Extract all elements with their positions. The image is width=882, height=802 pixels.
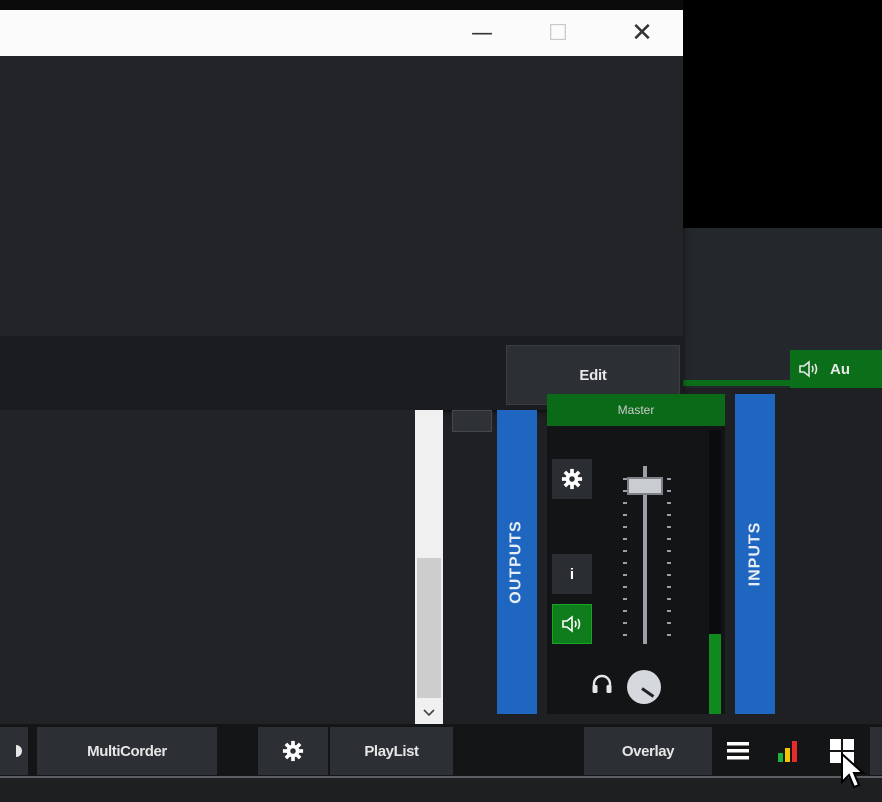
fader-tick [623, 502, 627, 504]
overlay-button[interactable]: Overlay [584, 727, 712, 775]
scroll-down-button[interactable] [415, 702, 443, 724]
gear-icon [282, 740, 304, 762]
menu-button[interactable] [716, 727, 760, 775]
master-info-button[interactable]: i [552, 554, 592, 594]
headphone-volume-knob[interactable] [627, 670, 661, 704]
input-list [0, 410, 443, 724]
dialog-window: — ☐ ✕ Edit [0, 10, 683, 410]
multicorder-button[interactable]: MultiCorder [37, 727, 217, 775]
fader-tick [667, 550, 671, 552]
master-level-meter [709, 430, 721, 714]
outputs-label: OUTPUTS [508, 520, 526, 604]
top-strip [0, 0, 683, 10]
fader-tick [623, 622, 627, 624]
scrollbar-thumb[interactable] [417, 558, 441, 698]
fader-tick [667, 478, 671, 480]
fader-tick [623, 562, 627, 564]
maximize-button[interactable]: ☐ [535, 10, 581, 56]
chevron-down-icon [423, 709, 435, 717]
fader-tick [667, 490, 671, 492]
fader-tick [623, 598, 627, 600]
knob-indicator [641, 687, 655, 698]
inputs-label: INPUTS [746, 521, 764, 587]
fader-tick [667, 562, 671, 564]
multicorder-settings-button[interactable] [258, 727, 328, 775]
collapse-handle[interactable] [452, 410, 492, 432]
speaker-icon [799, 360, 818, 378]
statistics-button[interactable] [766, 727, 810, 775]
fader-tick [667, 526, 671, 528]
audio-input-label: Au [830, 360, 850, 378]
fader-tick [623, 538, 627, 540]
fader-scale-left [623, 478, 627, 638]
speaker-icon [562, 615, 581, 633]
hamburger-icon [727, 742, 749, 760]
fader-tick [667, 514, 671, 516]
scrollbar[interactable] [415, 410, 443, 724]
fader-tick [623, 610, 627, 612]
close-button[interactable]: ✕ [619, 10, 665, 56]
fader-tick [667, 634, 671, 636]
fader-tick [623, 574, 627, 576]
audio-input-tab[interactable]: Au [790, 350, 882, 388]
gear-icon [561, 468, 583, 490]
playlist-button[interactable]: PlayList [330, 727, 453, 775]
fader-tick [667, 622, 671, 624]
fader-tick [667, 574, 671, 576]
fader-tick [623, 514, 627, 516]
minimize-button[interactable]: — [459, 10, 505, 56]
fader-tick [667, 598, 671, 600]
inputs-tab[interactable]: INPUTS [735, 394, 775, 714]
master-mute-button[interactable] [552, 604, 592, 644]
outputs-tab[interactable]: OUTPUTS [497, 410, 537, 714]
master-fader-handle[interactable] [627, 477, 663, 496]
fader-tick [667, 502, 671, 504]
gear-icon [16, 745, 22, 757]
fader-tick [667, 538, 671, 540]
master-channel: Master i [547, 394, 725, 714]
bar-chart-icon [778, 741, 797, 762]
fader-tick [667, 586, 671, 588]
toolbar-right-button[interactable] [870, 727, 882, 775]
fader-tick [623, 526, 627, 528]
fader-tick [623, 550, 627, 552]
fader-tick [667, 610, 671, 612]
toolbar-left-button[interactable] [0, 727, 28, 775]
status-strip [0, 776, 882, 802]
master-header: Master [547, 394, 725, 426]
master-level-fill [709, 634, 721, 714]
preview-area [683, 0, 882, 228]
mouse-cursor-icon [840, 751, 866, 795]
headphones-icon[interactable] [591, 674, 613, 700]
title-bar: — ☐ ✕ [0, 10, 683, 56]
fader-scale-right [667, 478, 671, 638]
fader-tick [623, 586, 627, 588]
master-settings-button[interactable] [552, 459, 592, 499]
fader-tick [623, 634, 627, 636]
